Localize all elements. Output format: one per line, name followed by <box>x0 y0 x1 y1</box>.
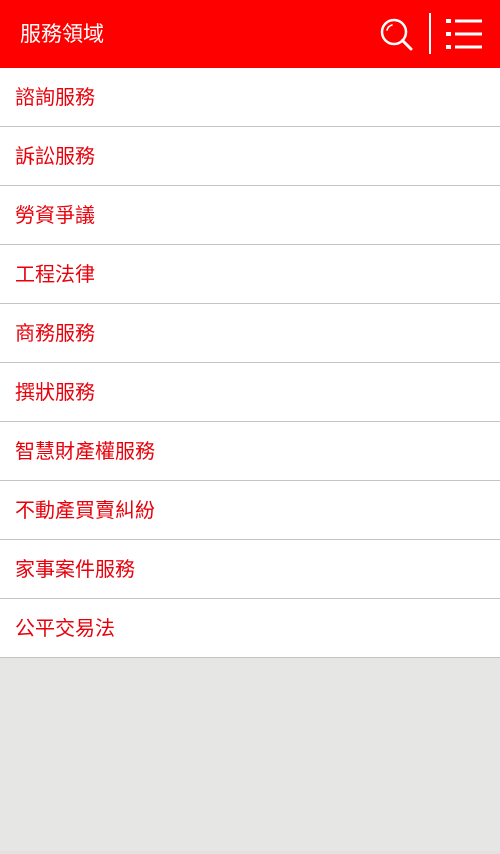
list-item-family-case[interactable]: 家事案件服務 <box>0 540 500 599</box>
list-item-fair-trade[interactable]: 公平交易法 <box>0 599 500 658</box>
list-item-consulting[interactable]: 諮詢服務 <box>0 68 500 127</box>
page-title: 服務領域 <box>20 22 104 46</box>
list-menu-icon <box>446 19 482 49</box>
list-item-intellectual-property[interactable]: 智慧財產權服務 <box>0 422 500 481</box>
service-list: 諮詢服務 訴訟服務 勞資爭議 工程法律 商務服務 撰狀服務 智慧財產權服務 不動… <box>0 68 500 658</box>
app-header: 服務領域 <box>0 0 500 68</box>
list-item-litigation[interactable]: 訴訟服務 <box>0 127 500 186</box>
search-button[interactable] <box>378 16 414 52</box>
header-divider <box>429 13 431 54</box>
list-item-construction-law[interactable]: 工程法律 <box>0 245 500 304</box>
list-item-drafting[interactable]: 撰狀服務 <box>0 363 500 422</box>
list-item-labor-dispute[interactable]: 勞資爭議 <box>0 186 500 245</box>
search-icon <box>380 18 413 51</box>
menu-button[interactable] <box>444 16 484 52</box>
list-item-business[interactable]: 商務服務 <box>0 304 500 363</box>
list-item-real-estate[interactable]: 不動產買賣糾紛 <box>0 481 500 540</box>
